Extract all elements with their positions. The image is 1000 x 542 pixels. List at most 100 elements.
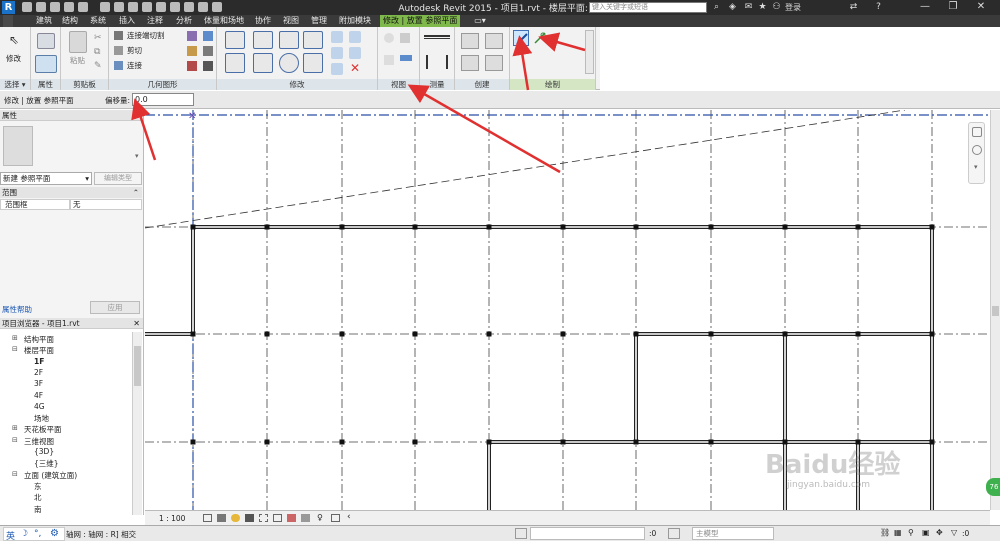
zoom-icon[interactable] — [972, 145, 982, 155]
modify-button[interactable]: 修改 — [6, 53, 21, 64]
select-underlay-icon[interactable]: ▦ — [894, 528, 902, 537]
browser-item[interactable]: 2F — [34, 368, 43, 377]
array-icon[interactable] — [331, 47, 343, 59]
reveal-hidden-icon[interactable] — [301, 514, 310, 522]
browser-item[interactable]: 4G — [34, 402, 45, 411]
analysis-model-icon[interactable]: ♀ — [317, 513, 323, 522]
apply-button[interactable]: 应用 — [90, 301, 140, 314]
linework-icon[interactable] — [384, 55, 394, 65]
browser-item[interactable]: {三维} — [34, 458, 59, 469]
app-menu-tab[interactable] — [3, 15, 13, 27]
trim-extend-icon[interactable] — [303, 53, 323, 73]
browser-item[interactable]: 1F — [34, 357, 44, 366]
tab-massing-site[interactable]: 体量和场地 — [204, 15, 244, 27]
ime-moon-icon[interactable]: ☽ — [20, 529, 28, 539]
tree-expander-icon[interactable]: ⊞ — [12, 334, 18, 342]
hide-element-icon[interactable] — [384, 33, 394, 43]
join-geometry-icon[interactable] — [114, 61, 123, 70]
active-workset-dropdown[interactable] — [530, 527, 645, 540]
create-similar-icon[interactable] — [485, 55, 503, 71]
ime-settings-icon[interactable]: ⚙ — [50, 528, 59, 539]
browser-item[interactable]: 立面 (建筑立面) — [24, 470, 77, 481]
remove-paint-icon[interactable] — [203, 46, 213, 56]
draw-line-icon[interactable] — [513, 30, 529, 46]
tab-manage[interactable]: 管理 — [311, 15, 327, 27]
offset-icon[interactable] — [253, 31, 273, 49]
browser-item[interactable]: {3D} — [34, 447, 54, 456]
filter-icon[interactable]: ▽ — [951, 528, 957, 537]
tab-analyze[interactable]: 分析 — [176, 15, 192, 27]
restore-button[interactable]: ❐ — [940, 0, 966, 14]
select-pinned-icon[interactable]: ⚲ — [908, 528, 914, 537]
ime-language[interactable]: 英 — [6, 529, 15, 542]
full-navigation-wheel-icon[interactable] — [972, 127, 982, 137]
split-element-icon[interactable] — [331, 31, 343, 43]
tab-architecture[interactable]: 建筑 — [36, 15, 52, 27]
tree-expander-icon[interactable]: ⊞ — [12, 424, 18, 432]
minimize-button[interactable]: — — [912, 0, 938, 14]
split-with-gap-icon[interactable] — [349, 31, 361, 43]
login-link[interactable]: 登录 — [785, 2, 801, 13]
temporary-hide-icon[interactable] — [287, 514, 296, 522]
browser-scrollbar[interactable] — [132, 332, 142, 515]
visual-style-icon[interactable] — [217, 514, 226, 522]
design-option-dropdown[interactable]: 主模型 — [692, 527, 774, 540]
demolish-icon[interactable] — [187, 61, 197, 71]
favorites-icon[interactable]: ★ — [757, 2, 768, 13]
tab-insert[interactable]: 插入 — [119, 15, 135, 27]
workset-icon[interactable] — [515, 528, 527, 539]
close-button[interactable]: ✕ — [968, 0, 994, 14]
tree-expander-icon[interactable]: ⊟ — [12, 345, 18, 353]
tab-collaborate[interactable]: 协作 — [255, 15, 271, 27]
paint-icon[interactable] — [203, 31, 213, 41]
exchange-icon[interactable]: ⇄ — [848, 2, 859, 13]
cut-icon[interactable]: ✂ — [94, 33, 102, 43]
type-selector[interactable]: 新建 参照平面 ▾ — [0, 172, 92, 185]
match-properties-icon[interactable]: ✎ — [94, 61, 102, 71]
vertical-scrollbar[interactable] — [990, 110, 1000, 510]
properties-icon[interactable] — [35, 55, 57, 73]
create-assembly-icon[interactable] — [461, 33, 479, 49]
hammer-icon[interactable] — [203, 61, 213, 71]
tree-expander-icon[interactable]: ⊟ — [12, 436, 18, 444]
browser-item[interactable]: 三维视图 — [24, 436, 54, 447]
cope-button[interactable]: 连接端切割 — [127, 30, 165, 41]
design-options-icon[interactable] — [668, 528, 680, 539]
crop-region-icon[interactable] — [259, 514, 268, 522]
scroll-left-icon[interactable]: ‹ — [347, 512, 351, 522]
pin-icon[interactable] — [331, 63, 343, 75]
browser-scroll-thumb[interactable] — [134, 346, 141, 386]
user-icon[interactable]: ⚇ — [771, 2, 782, 13]
drag-elements-icon[interactable]: ✥ — [936, 528, 943, 537]
type-properties-icon[interactable] — [37, 33, 55, 49]
split-face-icon[interactable] — [187, 46, 197, 56]
paste-button[interactable]: 粘贴 — [70, 55, 85, 66]
measure-distance-icon[interactable] — [424, 35, 450, 39]
cope-icon[interactable] — [114, 31, 123, 40]
mirror-draw-axis-icon[interactable] — [303, 31, 323, 49]
view-scale[interactable]: 1 : 100 — [159, 514, 185, 523]
cut-geometry-icon[interactable] — [114, 46, 123, 55]
help-icon[interactable]: ? — [873, 2, 884, 13]
ribbon-toggle-icon[interactable]: ▭▾ — [470, 15, 490, 27]
copy-icon[interactable]: ⧉ — [94, 47, 100, 57]
join-geometry-button[interactable]: 连接 — [127, 60, 142, 71]
select-by-face-icon[interactable]: ▣ — [922, 528, 930, 537]
show-crop-icon[interactable] — [273, 514, 282, 522]
browser-item[interactable]: 场地 — [34, 413, 49, 424]
communication-icon[interactable]: ✉ — [743, 2, 754, 13]
tab-view[interactable]: 视图 — [283, 15, 299, 27]
move-icon[interactable] — [225, 53, 245, 73]
tree-expander-icon[interactable]: ⊟ — [12, 470, 18, 478]
browser-item[interactable]: 北 — [34, 492, 42, 503]
browser-item[interactable]: 天花板平面 — [24, 424, 62, 435]
copy-element-icon[interactable] — [253, 53, 273, 73]
sun-path-icon[interactable] — [231, 514, 240, 522]
align-icon[interactable] — [225, 31, 245, 49]
zoom-dropdown-icon[interactable]: ▾ — [974, 163, 978, 171]
edit-type-button[interactable]: 编辑类型 — [94, 172, 142, 185]
search-icon[interactable]: ⌕ — [711, 2, 722, 13]
subscription-icon[interactable]: ◈ — [727, 2, 738, 13]
select-panel-label[interactable]: 选择 ▾ — [0, 79, 30, 90]
type-dropdown-icon[interactable]: ▾ — [135, 152, 139, 160]
